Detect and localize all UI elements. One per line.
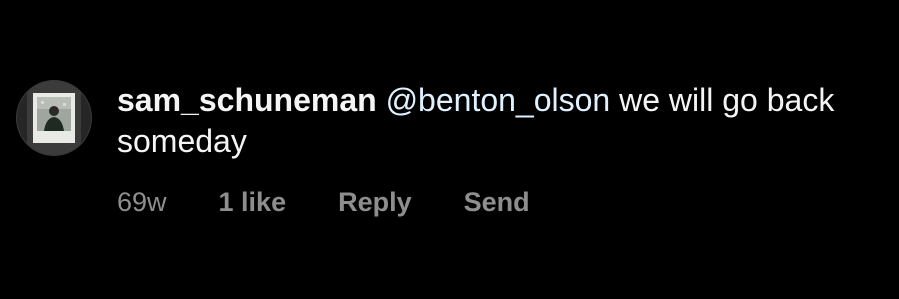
comment-text: sam_schuneman @benton_olson we will go b… xyxy=(117,80,877,162)
profile-photo-avatar-icon xyxy=(17,81,91,155)
reply-button[interactable]: Reply xyxy=(338,187,412,218)
likes-count-button[interactable]: 1 like xyxy=(219,187,287,218)
comment-age: 69w xyxy=(117,186,167,217)
comment-mention[interactable]: @benton_olson xyxy=(386,82,611,118)
send-button[interactable]: Send xyxy=(464,187,530,218)
comment-actions: 69w 1 like Reply Send xyxy=(117,184,582,220)
comment-row: sam_schuneman @benton_olson we will go b… xyxy=(0,0,899,299)
avatar[interactable] xyxy=(17,81,91,155)
comment-username[interactable]: sam_schuneman xyxy=(117,82,377,118)
